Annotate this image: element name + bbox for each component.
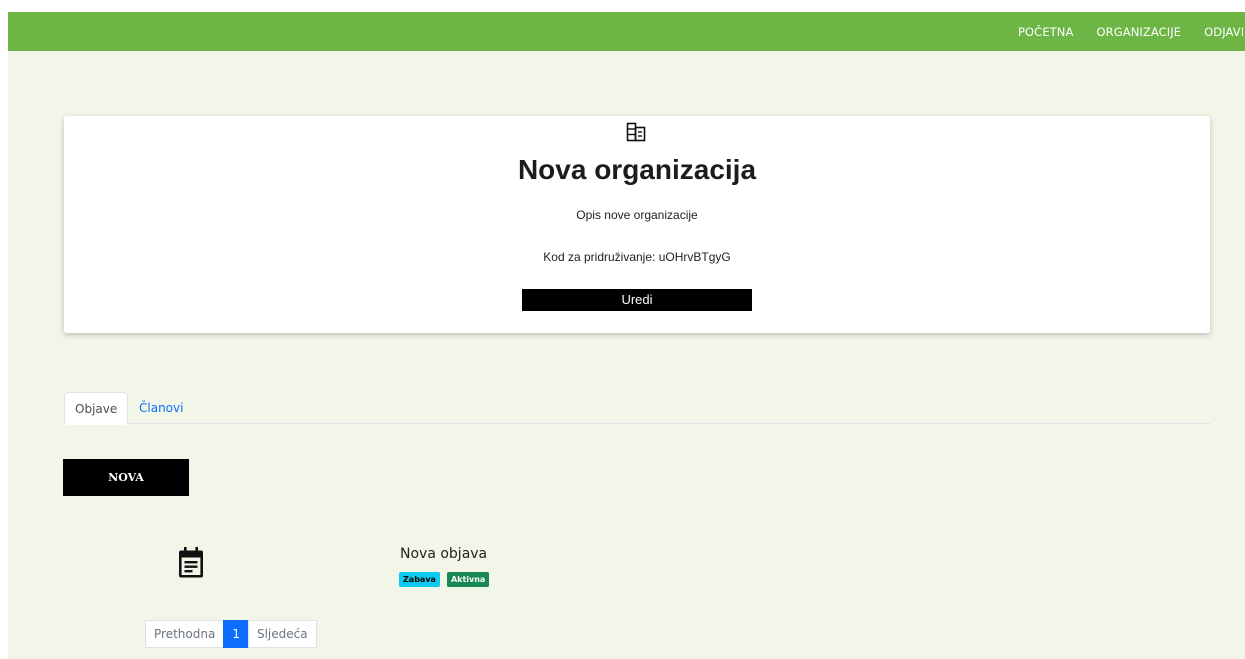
new-post-button[interactable]: NOVA (63, 459, 189, 496)
pagination-page-current[interactable]: 1 (223, 620, 249, 648)
nav-link-logout[interactable]: ODJAVI SE (1204, 25, 1245, 39)
pagination: Prethodna 1 Sljedeća (145, 620, 317, 648)
post-title[interactable]: Nova objava (400, 546, 487, 562)
tab-posts[interactable]: Objave (64, 392, 129, 425)
pagination-next[interactable]: Sljedeća (247, 620, 317, 648)
navbar: POČETNA ORGANIZACIJE ODJAVI SE (8, 12, 1245, 51)
nav-link-organizations[interactable]: ORGANIZACIJE (1096, 25, 1181, 39)
organization-description: Opis nove organizacije (576, 208, 698, 222)
tab-members[interactable]: Članovi (129, 392, 193, 424)
nav-links: POČETNA ORGANIZACIJE ODJAVI SE (1018, 12, 1245, 51)
status-badge: Aktivna (446, 572, 490, 587)
pagination-prev[interactable]: Prethodna (145, 620, 225, 648)
tab-bar: Objave Članovi (64, 392, 1210, 425)
edit-button[interactable]: Uredi (522, 289, 752, 311)
category-badge: Zabava (399, 572, 440, 587)
calendar-icon[interactable] (177, 547, 205, 579)
post-badges: Zabava Aktivna (399, 572, 496, 587)
building-icon (626, 122, 646, 142)
nav-link-home[interactable]: POČETNA (1018, 25, 1073, 39)
organization-card: Nova organizacija Opis nove organizacije… (64, 116, 1210, 333)
join-code: Kod za pridruživanje: uOHrvBTgyG (543, 250, 731, 264)
organization-title: Nova organizacija (517, 154, 757, 185)
